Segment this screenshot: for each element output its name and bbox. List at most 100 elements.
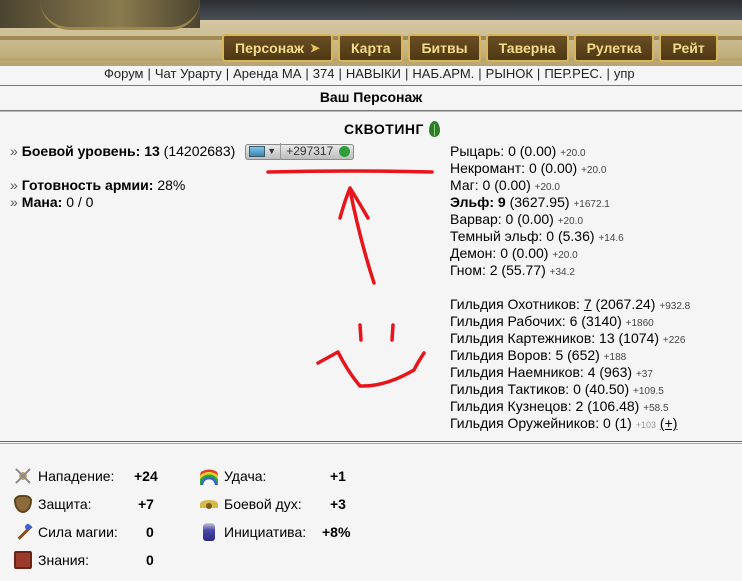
attribute-label: Удача: <box>224 468 267 484</box>
sub-nav-separator: | <box>478 66 482 81</box>
faction-level: 0 <box>528 160 537 176</box>
sub-nav-link-manage[interactable]: упр <box>614 66 635 81</box>
attribute-label: Сила магии: <box>38 524 118 540</box>
guild-points: (1) <box>614 415 632 431</box>
sub-nav-link-market[interactable]: РЫНОК <box>486 66 533 81</box>
faction-level: 0 <box>508 143 516 159</box>
guild-points: (3140) <box>581 313 622 329</box>
sub-nav-link-chat[interactable]: Чат Урарту <box>155 66 222 81</box>
faction-bonus: +20.0 <box>560 148 586 159</box>
attribute-label: Боевой дух: <box>224 496 302 512</box>
sub-nav-link-skills[interactable]: НАВЫКИ <box>346 66 401 81</box>
divider <box>0 110 742 112</box>
faction-name: Гном: <box>450 262 486 278</box>
crossed-swords-icon <box>14 467 32 485</box>
attribute-label: Знания: <box>38 552 89 568</box>
nav-rating-button[interactable]: Рейт <box>659 34 718 62</box>
nav-character-button[interactable]: Персонаж ➤ <box>222 34 333 62</box>
bullet-icon: » <box>10 177 18 193</box>
faction-name: Варвар: <box>450 211 502 227</box>
faction-name: Демон: <box>450 245 497 261</box>
attribute-label: Защита: <box>38 496 92 512</box>
attribute-initiative: Инициатива: +8% <box>200 521 350 543</box>
combat-level-value: 13 <box>144 143 160 159</box>
guild-row: Гильдия Тактиков: 0 (40.50) +109.5 <box>450 381 690 398</box>
army-readiness-label: Готовность армии: <box>21 177 154 193</box>
combat-level-exp: (14202683) <box>163 143 236 159</box>
faction-level: 0 <box>482 177 491 193</box>
monitor-icon <box>249 146 266 157</box>
faction-points: (5.36) <box>557 228 595 244</box>
faction-points: (0.00) <box>540 160 578 176</box>
guild-name: Гильдия Охотников: <box>450 296 580 312</box>
top-nav: Персонаж ➤ Карта Битвы Таверна Рулетка Р… <box>222 34 718 62</box>
guild-row: Гильдия Наемников: 4 (963) +37 <box>450 364 690 381</box>
guild-row: Гильдия Воров: 5 (652) +188 <box>450 347 690 364</box>
faction-name: Некромант: <box>450 160 526 176</box>
pin-icon: ➤ <box>309 41 320 55</box>
guild-row: Гильдия Охотников: 7 (2067.24) +932.8 <box>450 296 690 313</box>
guild-plus-link[interactable]: (+) <box>660 415 678 431</box>
sub-nav-separator: | <box>305 66 309 81</box>
nav-tavern-label: Таверна <box>498 40 556 56</box>
guild-bonus: +103 <box>635 420 657 430</box>
attribute-label: Инициатива: <box>224 524 307 540</box>
combat-level-row: » Боевой уровень: 13 (14202683) ▼ +29731… <box>10 143 355 160</box>
combat-level-label: Боевой уровень: <box>21 143 141 159</box>
guild-name: Гильдия Кузнецов: <box>450 398 572 414</box>
faction-row: Темный эльф: 0 (5.36) +14.6 <box>450 228 690 245</box>
army-readiness-value: 28% <box>157 177 186 193</box>
faction-level: 2 <box>489 262 498 278</box>
mana-value: 0 / 0 <box>66 194 94 210</box>
faction-level: 0 <box>505 211 514 227</box>
leaf-icon <box>428 121 440 137</box>
attribute-label: Нападение: <box>38 468 115 484</box>
chevron-down-icon[interactable]: ▼ <box>267 143 276 160</box>
annotation-smiley-eye <box>358 323 363 342</box>
shield-icon <box>14 495 32 513</box>
sub-nav-link-forum[interactable]: Форум <box>104 66 144 81</box>
faction-row: Эльф: 9 (3627.95) +1672.1 <box>450 194 690 211</box>
character-name-text: СКВОТИНГ <box>344 121 424 137</box>
faction-bonus: +20.0 <box>557 216 584 227</box>
faction-name: Маг: <box>450 177 479 193</box>
guild-row: Гильдия Кузнецов: 2 (106.48) +58.5 <box>450 398 690 415</box>
faction-bonus: +20.0 <box>581 165 607 176</box>
faction-bonus: +1672.1 <box>573 199 610 210</box>
guild-level: 13 <box>599 330 615 346</box>
guild-name: Гильдия Воров: <box>450 347 552 363</box>
sub-nav-separator: | <box>405 66 409 81</box>
attribute-luck: Удача: +1 <box>200 465 346 487</box>
right-stats: Рыцарь: 0 (0.00) +20.0 Некромант: 0 (0.0… <box>450 143 690 432</box>
attribute-value: +24 <box>134 468 158 484</box>
sub-nav-separator: | <box>225 66 230 81</box>
faction-points: (0.00) <box>519 143 557 159</box>
sub-nav-separator: | <box>338 66 342 81</box>
sub-nav-link-rent[interactable]: Аренда МА <box>233 66 301 81</box>
guild-bonus: +188 <box>603 352 627 363</box>
nav-map-button[interactable]: Карта <box>337 34 404 62</box>
guild-points: (2067.24) <box>595 296 656 312</box>
faction-name: Рыцарь: <box>450 143 505 159</box>
guild-row: Гильдия Картежников: 13 (1074) +226 <box>450 330 690 347</box>
nav-tavern-button[interactable]: Таверна <box>485 34 569 62</box>
attribute-spellpower: Сила магии: 0 <box>14 521 154 543</box>
book-icon <box>14 551 32 569</box>
sub-nav-link-army[interactable]: НАБ.АРМ. <box>412 66 474 81</box>
wings-icon <box>200 495 218 513</box>
faction-points: (0.00) <box>494 177 531 193</box>
refresh-icon[interactable] <box>339 146 351 157</box>
guild-level-link[interactable]: 7 <box>584 296 592 312</box>
nav-roulette-button[interactable]: Рулетка <box>573 34 655 62</box>
sub-nav: Форум | Чат Урарту | Аренда МА | 374 | НАВЫКИ | НА… <box>104 66 635 84</box>
sub-nav-link-transfer[interactable]: ПЕР.РЕС. <box>544 66 602 81</box>
guild-level: 0 <box>573 381 581 397</box>
guild-points: (106.48) <box>587 398 640 414</box>
exp-widget[interactable]: ▼ +297317 <box>245 143 355 160</box>
faction-bonus: +34.2 <box>549 267 575 278</box>
guild-name: Гильдия Оружейников: <box>450 415 600 431</box>
guild-row: Гильдия Оружейников: 0 (1) +103 (+) <box>450 415 690 432</box>
sub-nav-link-374[interactable]: 374 <box>313 66 335 81</box>
nav-battles-button[interactable]: Битвы <box>408 34 481 62</box>
faction-name: Темный эльф: <box>450 228 543 244</box>
